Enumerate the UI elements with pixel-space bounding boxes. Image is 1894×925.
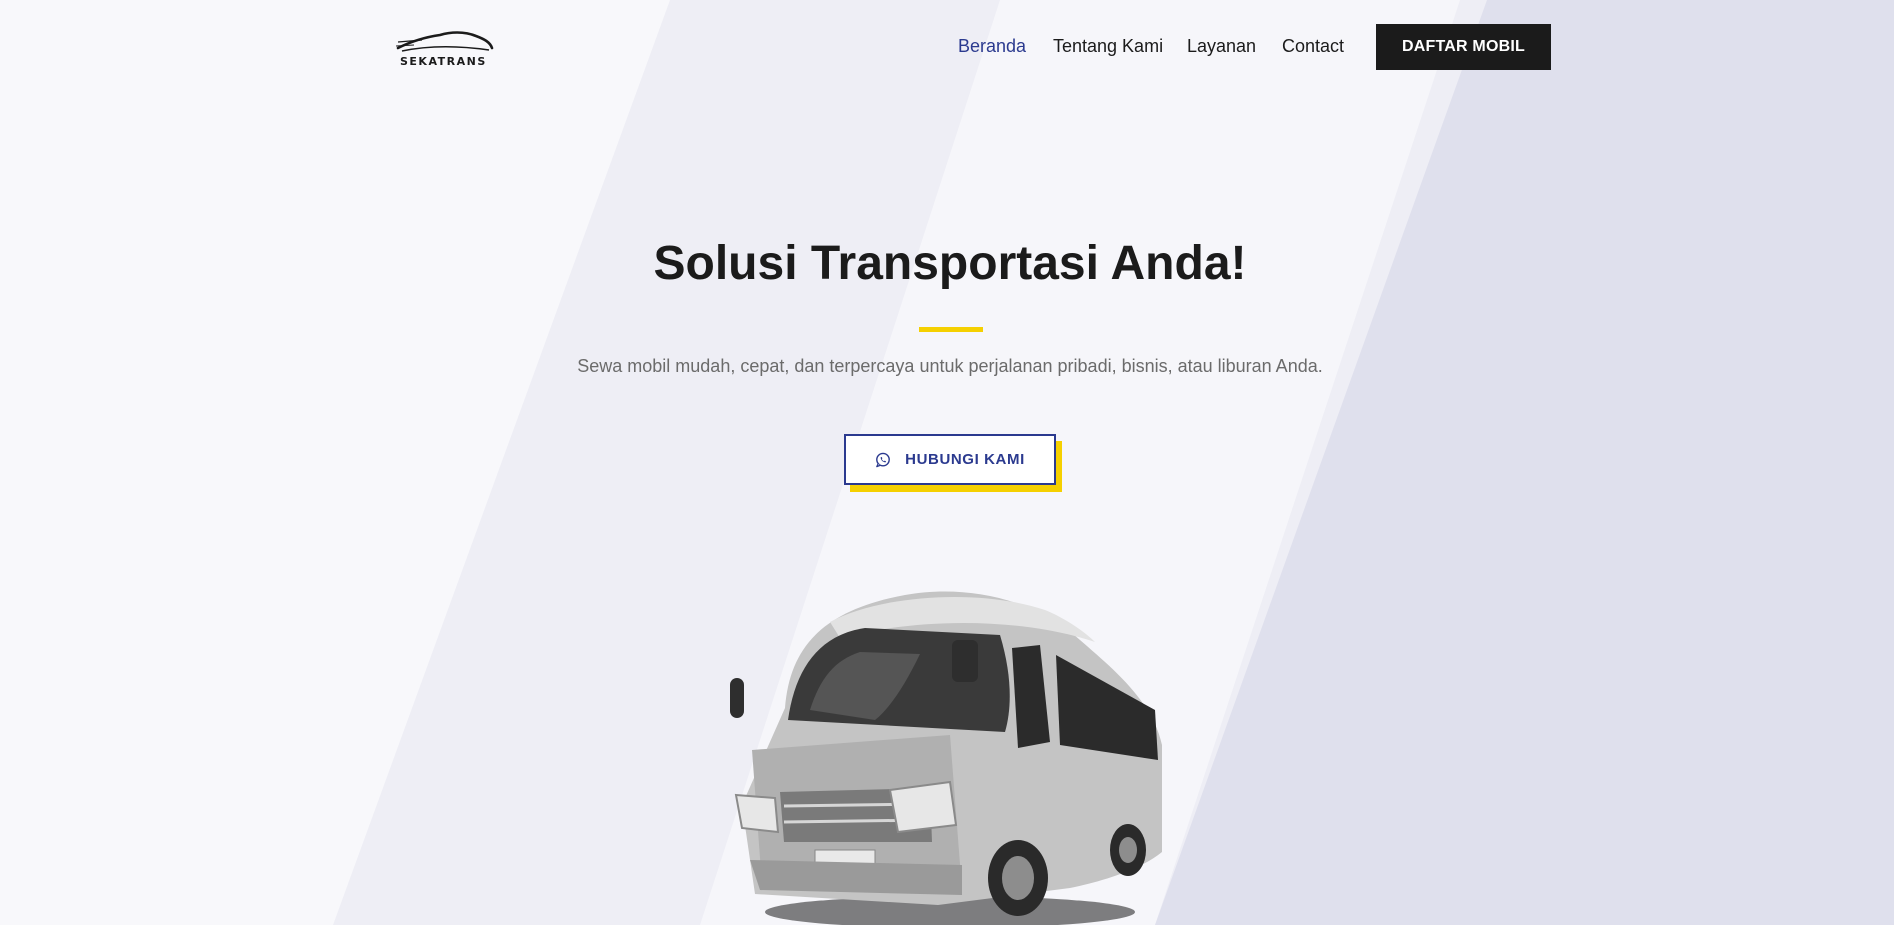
nav-layanan[interactable]: Layanan <box>1187 36 1256 57</box>
site-header: SEKATRANS Beranda Tentang Kami Layanan C… <box>0 0 1894 94</box>
hero-subtitle: Sewa mobil mudah, cepat, dan terpercaya … <box>577 356 1323 376</box>
hubungi-kami-label: HUBUNGI KAMI <box>905 451 1025 468</box>
whatsapp-icon <box>876 452 891 467</box>
nav-contact[interactable]: Contact <box>1282 36 1344 57</box>
car-silhouette-icon <box>396 31 494 52</box>
nav-beranda[interactable]: Beranda <box>958 36 1026 57</box>
hero-title: Solusi Transportasi Anda! <box>653 237 1247 290</box>
nav-tentang-kami[interactable]: Tentang Kami <box>1053 36 1163 57</box>
minibus-van-image <box>730 591 1162 925</box>
brand-logo[interactable]: SEKATRANS <box>396 28 496 70</box>
brand-name: SEKATRANS <box>400 55 487 68</box>
title-divider <box>919 327 983 332</box>
daftar-mobil-button[interactable]: DAFTAR MOBIL <box>1376 24 1551 70</box>
hubungi-kami-button[interactable]: HUBUNGI KAMI <box>844 434 1056 485</box>
